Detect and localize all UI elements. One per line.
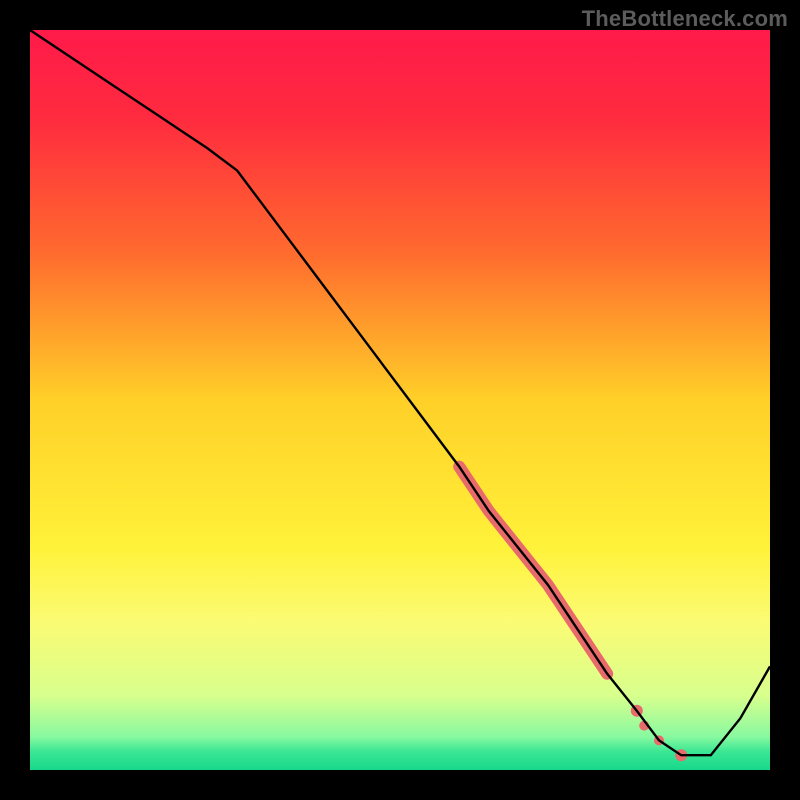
chart-outer: TheBottleneck.com [0,0,800,800]
plot-area [30,30,770,770]
chart-svg [30,30,770,770]
watermark-label: TheBottleneck.com [582,6,788,32]
gradient-background [30,30,770,770]
